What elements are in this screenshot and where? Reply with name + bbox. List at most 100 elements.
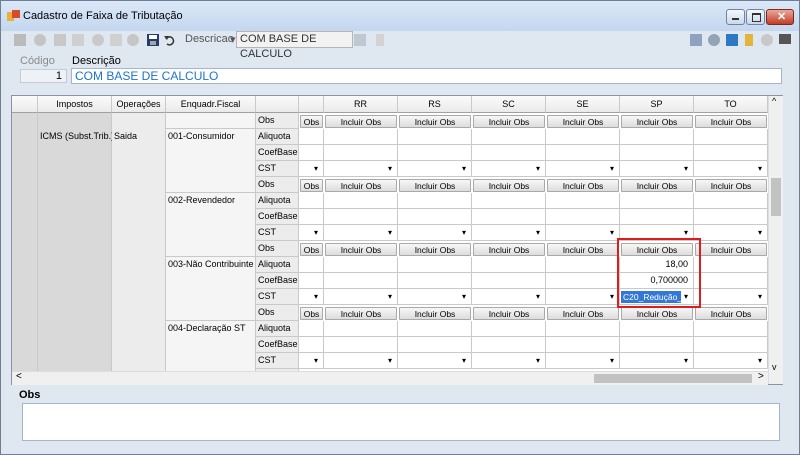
value-cell-rs[interactable]	[398, 145, 472, 161]
value-cell-to[interactable]	[694, 353, 768, 369]
scroll-left-icon[interactable]: <	[16, 371, 22, 382]
cst-dropdown-icon-to[interactable]: ▾	[758, 292, 762, 301]
save-icon[interactable]	[147, 34, 159, 46]
edit-icon[interactable]	[110, 34, 122, 46]
cst-dropdown-icon-sc[interactable]: ▾	[536, 292, 540, 301]
value-cell-rs[interactable]	[398, 289, 472, 305]
value-cell-sp[interactable]	[620, 209, 694, 225]
filter-icon[interactable]	[376, 34, 384, 46]
incluir-obs-button-sc[interactable]: Incluir Obs	[473, 307, 545, 320]
value-cell-sp[interactable]	[620, 321, 694, 337]
incluir-obs-button-rs[interactable]: Incluir Obs	[399, 179, 471, 192]
incluir-obs-button-se[interactable]: Incluir Obs	[547, 115, 619, 128]
value-cell-sp[interactable]	[620, 145, 694, 161]
value-cell-to[interactable]	[694, 257, 768, 273]
value-cell[interactable]	[299, 129, 324, 145]
incluir-obs-button-rr[interactable]: Incluir Obs	[325, 179, 397, 192]
cst-dropdown-icon-to[interactable]: ▾	[758, 164, 762, 173]
value-cell-to[interactable]	[694, 273, 768, 289]
value-cell[interactable]	[299, 273, 324, 289]
record-icon[interactable]	[34, 34, 46, 46]
cst-dropdown-icon-rr[interactable]: ▾	[388, 292, 392, 301]
cst-dropdown-icon-rs[interactable]: ▾	[462, 164, 466, 173]
value-cell-sc[interactable]	[472, 145, 546, 161]
value-cell-rr[interactable]	[324, 289, 398, 305]
scroll-up-icon[interactable]: ^	[772, 96, 776, 106]
incluir-obs-button-se[interactable]: Incluir Obs	[547, 243, 619, 256]
menu-icon[interactable]	[779, 34, 791, 44]
value-cell-sp[interactable]	[620, 337, 694, 353]
value-cell-se[interactable]	[546, 353, 620, 369]
value-cell-sc[interactable]	[472, 289, 546, 305]
value-cell-sp[interactable]	[620, 353, 694, 369]
add-icon[interactable]	[92, 34, 104, 46]
value-cell-to[interactable]	[694, 129, 768, 145]
new-icon[interactable]	[14, 34, 26, 46]
value-cell-se[interactable]	[546, 161, 620, 177]
incluir-obs-button-sp[interactable]: Incluir Obs	[621, 115, 693, 128]
value-cell[interactable]	[299, 161, 324, 177]
value-cell-se[interactable]	[546, 129, 620, 145]
value-cell-sc[interactable]	[472, 129, 546, 145]
cst-dropdown-icon-se[interactable]: ▾	[610, 164, 614, 173]
value-cell-rs[interactable]	[398, 193, 472, 209]
obs-button[interactable]: Obs	[300, 115, 323, 128]
value-cell-rr[interactable]	[324, 225, 398, 241]
incluir-obs-button-sp[interactable]: Incluir Obs	[621, 179, 693, 192]
value-cell-rs[interactable]	[398, 129, 472, 145]
cancel-icon[interactable]	[127, 34, 139, 46]
cst-dropdown-icon-rs[interactable]: ▾	[462, 292, 466, 301]
obs-button[interactable]: Obs	[300, 243, 323, 256]
incluir-obs-button-to[interactable]: Incluir Obs	[695, 307, 767, 320]
value-cell-rs[interactable]	[398, 161, 472, 177]
copy-icon[interactable]	[54, 34, 66, 46]
value-cell-rs[interactable]	[398, 257, 472, 273]
value-cell-se[interactable]	[546, 193, 620, 209]
obs-textarea[interactable]	[22, 403, 780, 441]
value-cell-sc[interactable]	[472, 209, 546, 225]
value-cell-sc[interactable]	[472, 321, 546, 337]
value-cell-sp[interactable]	[620, 129, 694, 145]
value-cell[interactable]	[299, 193, 324, 209]
window-icon[interactable]	[690, 34, 702, 46]
obs-button[interactable]: Obs	[300, 179, 323, 192]
value-cell-se[interactable]	[546, 289, 620, 305]
value-cell[interactable]	[299, 257, 324, 273]
value-cell[interactable]	[299, 337, 324, 353]
incluir-obs-button-rs[interactable]: Incluir Obs	[399, 243, 471, 256]
minimize-button[interactable]	[726, 9, 745, 25]
cst-dropdown-icon-rr[interactable]: ▾	[388, 228, 392, 237]
value-cell-sc[interactable]	[472, 161, 546, 177]
value-cell-se[interactable]	[546, 337, 620, 353]
grid-icon[interactable]	[72, 34, 84, 46]
cst-dropdown-icon-sp[interactable]: ▾	[684, 164, 688, 173]
value-cell[interactable]	[299, 353, 324, 369]
value-cell-to[interactable]	[694, 225, 768, 241]
value-cell-rr[interactable]	[324, 129, 398, 145]
user-icon[interactable]	[761, 34, 773, 46]
cst-dropdown-icon-to[interactable]: ▾	[758, 356, 762, 365]
cst-dropdown-icon[interactable]: ▾	[314, 164, 318, 173]
value-cell-rs[interactable]	[398, 353, 472, 369]
incluir-obs-button-rr[interactable]: Incluir Obs	[325, 243, 397, 256]
value-cell-sc[interactable]	[472, 273, 546, 289]
value-cell-to[interactable]	[694, 321, 768, 337]
chevron-down-icon[interactable]: ▾	[230, 33, 236, 46]
value-cell-to[interactable]	[694, 145, 768, 161]
value-cell-se[interactable]	[546, 257, 620, 273]
incluir-obs-button-sp[interactable]: Incluir Obs	[621, 307, 693, 320]
value-cell-rr[interactable]	[324, 193, 398, 209]
horizontal-scroll-thumb[interactable]	[594, 374, 752, 383]
value-cell-to[interactable]	[694, 161, 768, 177]
value-cell[interactable]	[299, 145, 324, 161]
value-cell-to[interactable]	[694, 209, 768, 225]
value-cell-rs[interactable]	[398, 273, 472, 289]
value-cell-rr[interactable]	[324, 161, 398, 177]
scroll-right-icon[interactable]: >	[758, 371, 764, 382]
cst-dropdown-icon-rr[interactable]: ▾	[388, 164, 392, 173]
cst-dropdown-icon-se[interactable]: ▾	[610, 356, 614, 365]
incluir-obs-button-rr[interactable]: Incluir Obs	[325, 115, 397, 128]
vertical-scrollbar[interactable]: ^ v	[768, 96, 783, 384]
cst-dropdown-icon[interactable]: ▾	[314, 356, 318, 365]
value-cell-to[interactable]	[694, 337, 768, 353]
